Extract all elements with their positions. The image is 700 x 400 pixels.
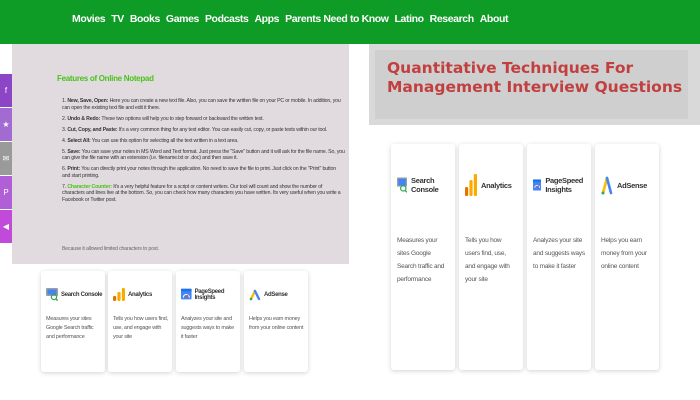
- share-icon[interactable]: ◀: [0, 210, 12, 243]
- card-name: Search Console: [411, 176, 439, 194]
- feature-text: You can save your notes in MS Word and T…: [62, 148, 345, 162]
- nav-item-about[interactable]: About: [480, 13, 509, 25]
- card-description: Measures your sites Google Search traffi…: [397, 237, 445, 283]
- nav-item-podcasts[interactable]: Podcasts: [205, 13, 249, 25]
- analytics-icon: [113, 288, 125, 301]
- list-item: 3. Cut, Copy, and Paste: It's a very com…: [62, 126, 328, 133]
- list-item: 6. Print: You can directly print your no…: [62, 166, 336, 179]
- pagespeed-insights-icon: [181, 288, 192, 300]
- feature-text: These two options will help you to step …: [101, 115, 264, 122]
- card-header: Search Console: [397, 174, 455, 196]
- card-name: AdSense: [264, 291, 288, 298]
- search-console-icon: [46, 288, 58, 301]
- list-item: 1. New, Save, Open: Here you can create …: [62, 98, 341, 111]
- list-item: 2. Undo & Redo: These two options will h…: [62, 115, 264, 122]
- tool-card-analytics[interactable]: Analytics Tells you how users find, use,…: [108, 271, 172, 372]
- card-header: AdSense: [601, 174, 647, 196]
- card-name: PageSpeed Insights: [194, 288, 225, 301]
- feature-text: You can use this option for selecting al…: [91, 137, 239, 144]
- notes-title: Features of Online Notepad: [57, 74, 154, 83]
- list-item: 5. Save: You can save your notes in MS W…: [62, 148, 345, 162]
- interview-questions-banner[interactable]: Quantitative Techniques For Management I…: [369, 44, 700, 125]
- card-header: Analytics: [465, 174, 512, 196]
- list-item: 4. Select All: You can use this option f…: [62, 137, 239, 144]
- feature-text: You can directly print your notes throug…: [62, 166, 336, 179]
- features-list: 1. New, Save, Open: Here you can create …: [62, 98, 345, 208]
- tool-card-adsense[interactable]: AdSense Helps you earn money from your o…: [244, 271, 308, 372]
- facebook-icon[interactable]: f: [0, 74, 12, 107]
- nav-item-games[interactable]: Games: [166, 13, 199, 25]
- card-description: Tells you how users find, use, and engag…: [465, 237, 510, 283]
- card-description: Helps you earn money from your online co…: [601, 237, 647, 270]
- adsense-icon: [601, 176, 613, 195]
- nav-item-movies[interactable]: Movies: [72, 13, 106, 25]
- banner-image: Quantitative Techniques For Management I…: [375, 50, 688, 119]
- nav-item-books[interactable]: Books: [130, 13, 160, 25]
- feature-text: It's a very common thing for any text ed…: [118, 126, 328, 133]
- banner-title: Quantitative Techniques For Management I…: [387, 59, 683, 96]
- tool-card-search-console-large[interactable]: Search Console Measures your sites Googl…: [391, 144, 455, 370]
- search-console-icon: [397, 177, 408, 193]
- feature-label[interactable]: Character Counter:: [67, 184, 112, 190]
- pagespeed-insights-icon: [533, 179, 542, 191]
- analytics-icon: [465, 174, 477, 196]
- nav-menu: Movies TV Books Games Podcasts Apps Pare…: [72, 13, 508, 25]
- feature-label: Cut, Copy, and Paste:: [67, 126, 118, 133]
- nav-item-latino[interactable]: Latino: [395, 13, 425, 25]
- notes-footer: Because it allowed limited characters to…: [62, 246, 159, 252]
- feature-label: Select All:: [67, 137, 91, 144]
- card-header: Analytics: [113, 288, 152, 301]
- feature-label: Save:: [67, 148, 81, 155]
- card-name: Search Console: [61, 291, 103, 298]
- card-header: PageSpeed Insights: [533, 174, 591, 196]
- twitter-icon[interactable]: ★: [0, 108, 12, 141]
- card-description: Tells you how users find, use, and engag…: [113, 316, 168, 340]
- tool-card-adsense-large[interactable]: AdSense Helps you earn money from your o…: [595, 144, 659, 370]
- feature-label: New, Save, Open:: [67, 98, 109, 104]
- top-navigation-bar: Movies TV Books Games Podcasts Apps Pare…: [0, 0, 700, 44]
- card-header: PageSpeed Insights: [181, 288, 240, 301]
- tool-card-pagespeed-insights-large[interactable]: PageSpeed Insights Analyzes your site an…: [527, 144, 591, 370]
- nav-item-tv[interactable]: TV: [111, 13, 124, 25]
- card-description: Analyzes your site and suggests ways to …: [533, 237, 585, 270]
- email-icon[interactable]: ✉: [0, 142, 12, 175]
- card-description: Helps you earn money from your online co…: [249, 316, 304, 331]
- tool-card-pagespeed-insights[interactable]: PageSpeed Insights Analyzes your site an…: [176, 271, 240, 372]
- card-name: Analytics: [128, 291, 152, 298]
- card-description: Measures your sites Google Search traffi…: [46, 316, 94, 340]
- nav-item-research[interactable]: Research: [430, 13, 474, 25]
- card-name: Analytics: [481, 180, 512, 190]
- tool-card-search-console[interactable]: Search Console Measures your sites Googl…: [41, 271, 105, 372]
- card-description: Analyzes your site and suggests ways to …: [181, 316, 234, 340]
- card-header: AdSense: [249, 288, 288, 301]
- card-name: PageSpeed Insights: [545, 176, 584, 194]
- social-share-bar: f ★ ✉ P ◀: [0, 74, 12, 244]
- card-header: Search Console: [46, 288, 102, 301]
- nav-item-apps[interactable]: Apps: [254, 13, 279, 25]
- card-name: AdSense: [617, 180, 647, 190]
- tool-card-analytics-large[interactable]: Analytics Tells you how users find, use,…: [459, 144, 523, 370]
- feature-label: Undo & Redo:: [67, 115, 101, 122]
- online-notepad-features-panel: Features of Online Notepad 1. New, Save,…: [12, 44, 349, 264]
- list-item: 7. Character Counter: It's a very helpfu…: [62, 183, 341, 203]
- nav-item-parents-need-to-know[interactable]: Parents Need to Know: [285, 13, 389, 25]
- pinterest-icon[interactable]: P: [0, 176, 12, 209]
- adsense-icon: [249, 289, 261, 301]
- feature-label: Print:: [67, 166, 80, 173]
